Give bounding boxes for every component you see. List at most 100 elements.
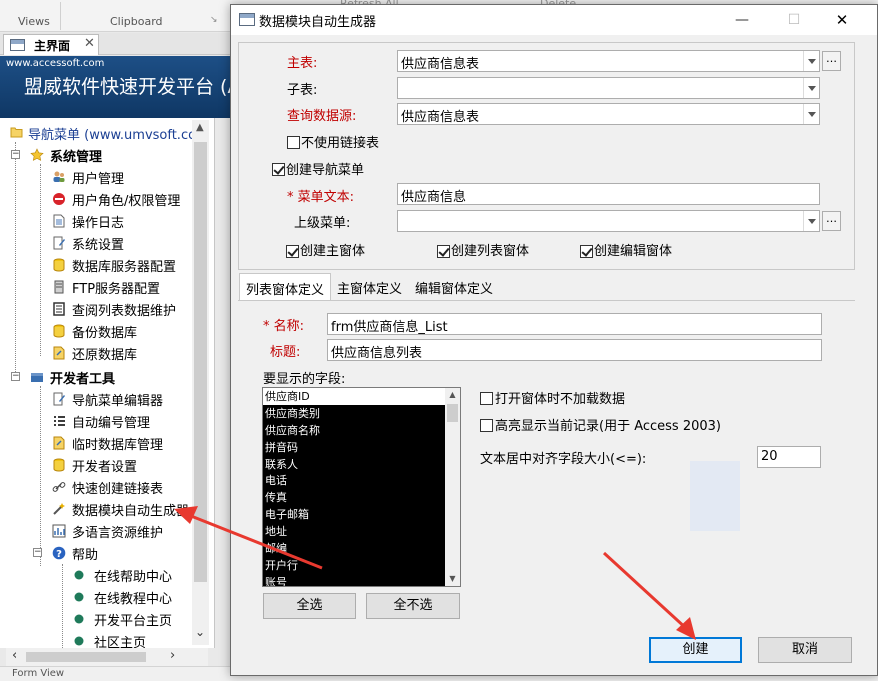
chevron-down-icon[interactable]	[803, 51, 819, 71]
select-all-button[interactable]: 全选	[263, 593, 356, 619]
create-button[interactable]: 创建	[649, 637, 742, 663]
ribbon-group-clipboard: Clipboard	[110, 15, 163, 28]
tree-line	[40, 386, 41, 566]
main-table-browse-button[interactable]: …	[822, 51, 841, 71]
tree-line	[15, 142, 16, 374]
tree-item-label: 备份数据库	[72, 326, 138, 341]
tree-item-label: 多语言资源维护	[72, 526, 164, 541]
list-item[interactable]: 联系人	[263, 456, 460, 473]
list-item[interactable]: 账号	[263, 574, 460, 586]
tree-item-label: 社区主页	[94, 636, 147, 648]
list-item[interactable]: 邮编	[263, 540, 460, 557]
tab-main-form-label: 主界面	[34, 39, 71, 53]
fields-scrollbar[interactable]: ▲ ▼	[445, 388, 460, 586]
tab-main-form[interactable]: 主界面 ✕	[3, 34, 99, 55]
scroll-down-icon[interactable]: ▼	[448, 574, 457, 583]
edit-form-icon	[53, 392, 65, 406]
main-table-label: 主表:	[287, 56, 318, 71]
cancel-button[interactable]: 取消	[758, 637, 852, 663]
watermark-block	[690, 461, 740, 531]
tree-item-label: 在线帮助中心	[94, 570, 173, 585]
tree-line	[40, 164, 41, 356]
form-name-value: frm供应商信息_List	[331, 320, 448, 335]
chevron-down-icon[interactable]	[803, 104, 819, 124]
sub-table-combo[interactable]	[397, 77, 820, 99]
create-nav-menu-label: 创建导航菜单	[286, 163, 365, 178]
collapse-icon[interactable]: −	[11, 150, 20, 159]
tree-group-developer-label: 开发者工具	[50, 372, 116, 387]
tree-item-label: 系统设置	[72, 238, 125, 253]
tree-item-label: 自动编号管理	[72, 416, 151, 431]
nav-vertical-scrollbar[interactable]: ▲ ⌄	[192, 120, 209, 645]
list-item[interactable]: 拼音码	[263, 439, 460, 456]
scroll-up-icon[interactable]: ▲	[448, 390, 457, 399]
ribbon-group-views: Views	[18, 15, 50, 28]
query-source-combo[interactable]: 供应商信息表	[397, 103, 820, 125]
tree-item-label: 临时数据库管理	[72, 438, 164, 453]
minimize-icon[interactable]: —	[727, 9, 757, 31]
main-table-combo[interactable]: 供应商信息表	[397, 50, 820, 72]
menu-text-input[interactable]: 供应商信息	[397, 183, 820, 205]
parent-menu-combo[interactable]	[397, 210, 820, 232]
create-nav-menu-checkbox[interactable]	[272, 163, 285, 176]
center-size-input[interactable]: 20	[757, 446, 821, 468]
svg-text:?: ?	[56, 549, 62, 560]
list-item[interactable]: 供应商ID	[263, 388, 460, 405]
collapse-icon[interactable]: −	[11, 372, 20, 381]
list-item[interactable]: 供应商类别	[263, 405, 460, 422]
ribbon-separator	[60, 2, 61, 30]
list-item[interactable]: 地址	[263, 523, 460, 540]
tab-list-form[interactable]: 列表窗体定义	[239, 273, 332, 301]
chevron-down-icon[interactable]	[803, 78, 819, 98]
list-item[interactable]: 电子邮箱	[263, 506, 460, 523]
scrollbar-thumb[interactable]	[26, 652, 146, 662]
scroll-right-icon[interactable]: ›	[170, 648, 175, 663]
scrollbar-thumb[interactable]	[447, 404, 458, 422]
create-edit-form-checkbox[interactable]	[580, 245, 593, 258]
form-name-input[interactable]: frm供应商信息_List	[327, 313, 822, 335]
scroll-left-icon[interactable]: ‹	[12, 648, 17, 663]
center-size-value: 20	[761, 449, 778, 464]
no-load-data-checkbox[interactable]	[480, 392, 493, 405]
nav-horizontal-scrollbar[interactable]: ‹ ›	[6, 648, 208, 666]
scroll-up-icon[interactable]: ▲	[196, 122, 204, 133]
chevron-down-icon[interactable]	[803, 211, 819, 231]
tree-group-system-label: 系统管理	[50, 150, 103, 165]
tree-item-label: 数据库服务器配置	[72, 260, 177, 275]
banner-site: www.accessoft.com	[6, 58, 105, 69]
create-main-form-checkbox[interactable]	[286, 245, 299, 258]
parent-menu-browse-button[interactable]: …	[822, 211, 841, 231]
list-item[interactable]: 电话	[263, 472, 460, 489]
query-source-value: 供应商信息表	[401, 110, 480, 125]
close-icon[interactable]: ✕	[827, 9, 857, 31]
tree-item-label: 还原数据库	[72, 348, 138, 363]
scrollbar-thumb[interactable]	[194, 142, 207, 582]
dialog-titlebar[interactable]: 数据模块自动生成器 — ☐ ✕	[231, 5, 877, 35]
list-item[interactable]: 开户行	[263, 557, 460, 574]
fields-listbox[interactable]: 供应商ID 供应商类别 供应商名称 拼音码 联系人 电话 传真 电子邮箱 地址 …	[262, 387, 461, 587]
main-table-value: 供应商信息表	[401, 57, 480, 72]
tab-edit-form-def[interactable]: 编辑窗体定义	[409, 273, 499, 299]
help-icon: ?	[52, 546, 66, 560]
menu-text-label: * 菜单文本:	[287, 190, 355, 205]
tree-item-label: 用户角色/权限管理	[72, 194, 181, 209]
collapse-icon[interactable]: −	[33, 548, 42, 557]
list-item[interactable]: 传真	[263, 489, 460, 506]
tab-main-form-def[interactable]: 主窗体定义	[331, 273, 408, 299]
list-item[interactable]: 供应商名称	[263, 422, 460, 439]
close-tab-icon[interactable]: ✕	[84, 36, 95, 51]
no-link-table-checkbox[interactable]	[287, 136, 300, 149]
select-none-button[interactable]: 全不选	[366, 593, 460, 619]
settings-form-icon	[53, 236, 65, 250]
database-icon	[53, 324, 65, 338]
tree-root-label: 导航菜单 (www.umvsoft.co	[28, 128, 197, 143]
query-source-label: 查询数据源:	[287, 109, 357, 124]
highlight-record-checkbox[interactable]	[480, 419, 493, 432]
dialog-launcher-icon[interactable]: ↘	[210, 15, 218, 25]
toolbox-icon	[31, 373, 43, 382]
create-list-form-checkbox[interactable]	[437, 245, 450, 258]
scroll-down-icon[interactable]: ⌄	[195, 625, 205, 639]
tree-item-label: 数据模块自动生成器	[72, 504, 190, 519]
form-caption-input[interactable]: 供应商信息列表	[327, 339, 822, 361]
database-icon	[53, 458, 65, 472]
